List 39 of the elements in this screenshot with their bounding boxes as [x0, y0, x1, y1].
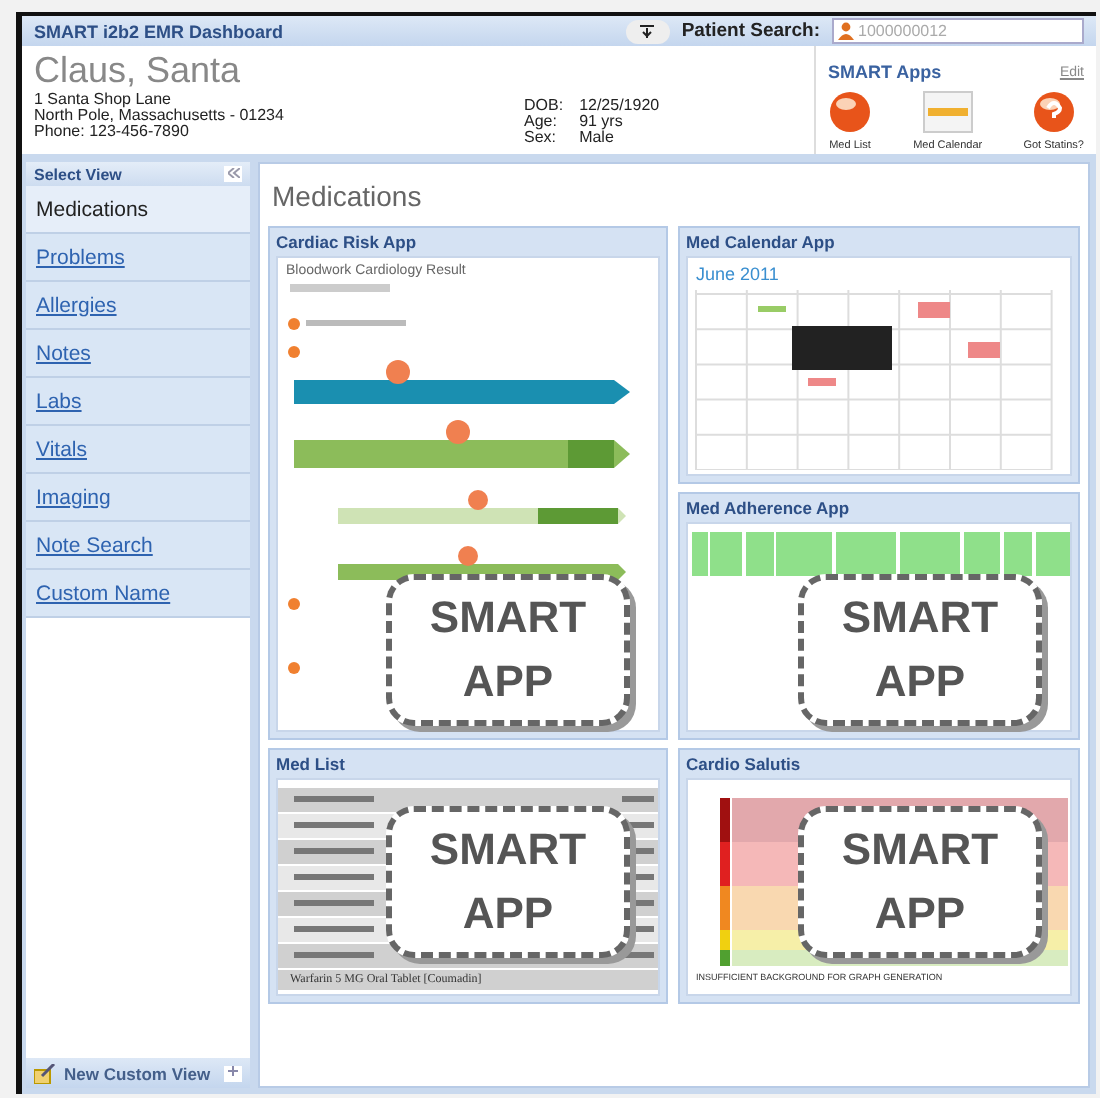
smart-app-label: SMART APP [839, 590, 1001, 710]
plus-icon [228, 1066, 238, 1076]
view-nav-item[interactable]: Medications [26, 186, 250, 234]
question-orb-icon [1031, 90, 1076, 134]
patient-address-line: 1 Santa Shop Lane [34, 92, 174, 108]
pin-icon [640, 24, 655, 38]
app-panel-title: Med Calendar App [686, 230, 837, 256]
app-panel-title: Med Adherence App [686, 496, 852, 522]
collapse-button[interactable] [224, 166, 242, 182]
app-panel-title: Cardiac Risk App [276, 230, 419, 256]
new-custom-view-link[interactable]: New Custom View [64, 1063, 216, 1083]
demographic-value: Male [579, 130, 614, 146]
calendar-month-title: June 2011 [694, 262, 781, 288]
demographic-label: Age: [524, 114, 559, 130]
app-panel-title: Med List [276, 752, 347, 778]
page-title: Medications [272, 180, 424, 212]
pin-button[interactable] [625, 19, 670, 43]
add-button[interactable] [224, 1065, 242, 1081]
patient-name: Claus, Santa [34, 50, 243, 92]
demographic-value: 12/25/1920 [579, 98, 660, 114]
demographic-label: Sex: [524, 130, 559, 146]
pencil-note-icon [34, 1063, 56, 1083]
patient-address-line: Phone: 123-456-7890 [34, 124, 191, 140]
person-icon [838, 22, 854, 40]
demographic-value: 91 yrs [579, 114, 625, 130]
search-label: Patient Search: [681, 20, 820, 42]
app-panel-title: Cardio Salutis [686, 752, 803, 778]
orb-icon [828, 90, 872, 134]
smart-apps-title: SMART Apps [828, 62, 942, 82]
sidebar-title: Select View [34, 165, 122, 183]
app-title: SMART i2b2 EMR Dashboard [34, 21, 286, 41]
smart-app-label: SMART APP [427, 822, 589, 942]
demographic-label: DOB: [524, 98, 564, 114]
smart-app-label: SMART APP [839, 822, 1001, 942]
smart-app-label: SMART APP [427, 590, 589, 710]
double-chevron-icon [227, 167, 239, 177]
patient-address-line: North Pole, Massachusetts - 01234 [34, 108, 286, 124]
patient-search-field[interactable]: 1000000012 [832, 18, 1084, 44]
calendar-icon [921, 90, 974, 134]
